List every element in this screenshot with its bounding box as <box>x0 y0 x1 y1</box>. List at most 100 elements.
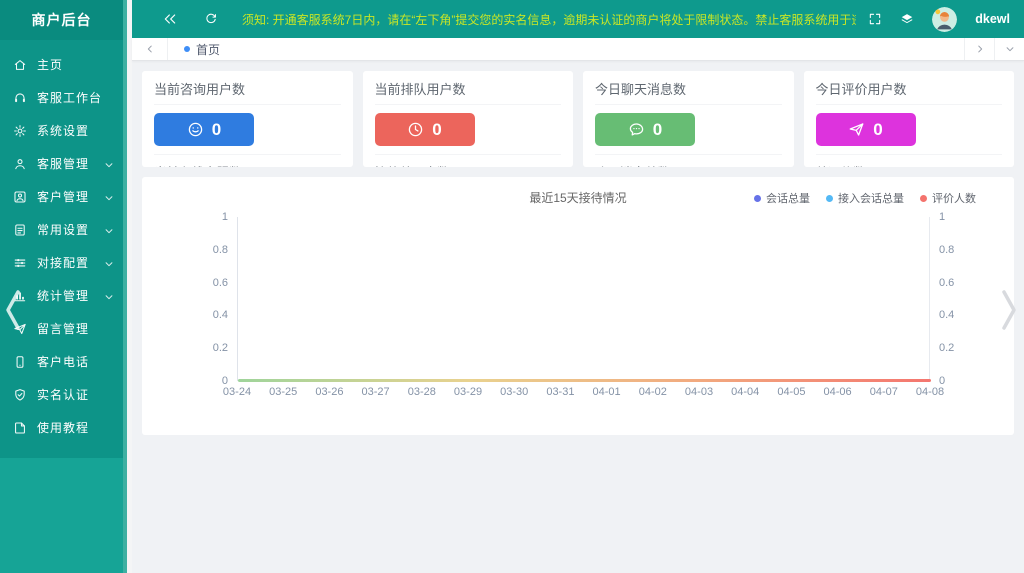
y-tick-label: 0.2 <box>939 342 955 355</box>
app-root: 商户后台 主页 客服工作台 系统设置 客服管理 客户管理 常用设置 对接配置 统… <box>0 0 1024 573</box>
legend-dot <box>826 194 833 202</box>
x-tick-label: 03-31 <box>546 386 575 398</box>
chart-plot-area <box>237 217 931 382</box>
x-tick-label: 03-28 <box>407 386 436 398</box>
chevron-down-icon <box>104 258 114 268</box>
stat-card-footer: 聊天消息总数: 0 <box>595 155 782 167</box>
x-tick-label: 04-01 <box>592 386 621 398</box>
stat-button[interactable]: 0 <box>154 113 254 146</box>
legend-label: 接入会话总量 <box>838 193 904 205</box>
announcement-text: 须知: 开通客服系统7日内，请在“左下角”提交您的实名信息，逾期未认证的商户将处… <box>242 12 857 27</box>
tab-home[interactable]: 首页 <box>168 38 236 60</box>
carousel-next-icon[interactable] <box>997 282 1023 338</box>
x-tick-label: 04-03 <box>684 386 714 398</box>
x-tick-label: 04-08 <box>915 386 945 398</box>
legend-item[interactable]: 接入会话总量 <box>826 190 904 206</box>
topbar: 须知: 开通客服系统7日内，请在“左下角”提交您的实名信息，逾期未认证的商户将处… <box>132 0 1024 38</box>
tabs-spacer <box>236 38 964 60</box>
sidebar-item[interactable]: 使用教程 <box>0 411 123 444</box>
sidebar-item[interactable]: 客服工作台 <box>0 81 123 114</box>
tabs-scroll-left-icon[interactable] <box>132 38 168 60</box>
sidebar-item[interactable]: 实名认证 <box>0 378 123 411</box>
topbar-right: dkewl <box>868 6 1010 32</box>
stat-button[interactable]: 0 <box>595 113 695 146</box>
x-tick-label: 04-04 <box>731 386 760 398</box>
tabs-menu-icon[interactable] <box>994 38 1024 60</box>
chart-legend: 会话总量 接入会话总量 评价人数 <box>754 190 976 206</box>
x-tick-label: 04-02 <box>638 386 667 398</box>
clock-icon <box>407 121 424 138</box>
y-tick-label: 1 <box>939 211 946 223</box>
x-tick-label: 04-07 <box>869 386 898 398</box>
username[interactable]: dkewl <box>975 12 1010 26</box>
chart-panel: 最近15天接待情况 会话总量 接入会话总量 评价人数 1 0.8 0.6 0.4… <box>142 177 1014 435</box>
sidebar-item[interactable]: 主页 <box>0 48 123 81</box>
chevron-down-icon <box>104 159 114 169</box>
legend-dot <box>754 194 761 202</box>
chart-baseline <box>238 379 931 382</box>
send-icon <box>848 121 865 138</box>
smiley-icon <box>187 121 204 138</box>
stat-button[interactable]: 0 <box>374 113 475 146</box>
sidebar-nav: 主页 客服工作台 系统设置 客服管理 客户管理 常用设置 对接配置 统计管理 留… <box>0 40 123 458</box>
customer-icon <box>13 190 27 204</box>
tabs-scroll-right-icon[interactable] <box>964 38 994 60</box>
x-axis: 03-24 03-25 03-26 03-27 03-28 03-29 03-30 03-31… <box>223 386 944 402</box>
stat-card: 今日评价用户数 0 总评价数: 0 <box>803 71 1014 167</box>
x-tick-label: 03-26 <box>315 386 344 398</box>
settings-doc-icon <box>13 223 27 237</box>
stat-button[interactable]: 0 <box>815 113 916 146</box>
y-tick-label: 0.4 <box>939 309 955 322</box>
y-tick-label: 0.8 <box>939 243 955 256</box>
stat-value: 0 <box>652 119 663 139</box>
y-tick-label: 0.6 <box>939 276 955 289</box>
agent-icon <box>13 157 27 171</box>
fullscreen-icon[interactable] <box>868 12 882 26</box>
x-tick-label: 03-29 <box>453 386 483 398</box>
y-tick-label: 0.6 <box>212 276 228 289</box>
collapse-sidebar-icon[interactable] <box>162 11 178 27</box>
x-tick-label: 03-25 <box>269 386 298 398</box>
sidebar-item[interactable]: 常用设置 <box>0 213 123 246</box>
x-tick-label: 04-06 <box>823 386 852 398</box>
stat-card-title: 今日聊天消息数 <box>595 79 782 105</box>
active-tab-dot <box>184 46 190 52</box>
sidebar-item[interactable]: 客服管理 <box>0 147 123 180</box>
avatar[interactable] <box>932 6 958 32</box>
x-tick-label: 04-05 <box>777 386 806 398</box>
stat-card: 当前咨询用户数 0 当前在线客服数: 1 <box>142 71 353 167</box>
x-tick-label: 03-27 <box>361 386 390 398</box>
stat-cards-row: 当前咨询用户数 0 当前在线客服数: 1 当前排队用户数 <box>142 71 1014 167</box>
refresh-icon[interactable] <box>204 12 218 26</box>
stat-card-footer: 当前在线客服数: 1 <box>154 155 341 167</box>
sidebar-item[interactable]: 系统设置 <box>0 114 123 147</box>
stat-card-title: 当前排队用户数 <box>374 79 561 105</box>
chevron-down-icon <box>104 192 114 202</box>
sidebar-item[interactable]: 客户管理 <box>0 180 123 213</box>
stat-value: 0 <box>211 119 222 139</box>
stat-card-footer: 总评价数: 0 <box>816 155 1003 167</box>
app-title: 商户后台 <box>0 0 123 40</box>
main-area: 须知: 开通客服系统7日内，请在“左下角”提交您的实名信息，逾期未认证的商户将处… <box>132 0 1024 573</box>
legend-item[interactable]: 评价人数 <box>920 190 976 206</box>
chevron-down-icon <box>104 291 114 301</box>
sidebar-item[interactable]: 对接配置 <box>0 246 123 279</box>
legend-dot <box>920 194 927 202</box>
x-tick-label: 03-24 <box>222 386 252 398</box>
stat-card-title: 当前咨询用户数 <box>154 79 341 105</box>
carousel-prev-icon[interactable] <box>1 282 27 338</box>
tutorial-icon <box>13 421 27 435</box>
chevron-down-icon <box>104 225 114 235</box>
legend-item[interactable]: 会话总量 <box>754 190 810 206</box>
tab-bar: 首页 <box>132 38 1024 61</box>
stat-card: 今日聊天消息数 0 聊天消息总数: 0 <box>583 71 794 167</box>
layers-icon[interactable] <box>900 12 914 26</box>
x-tick-label: 03-30 <box>500 386 529 398</box>
stat-value: 0 <box>432 119 442 139</box>
home-icon <box>13 58 27 72</box>
legend-label: 会话总量 <box>766 193 810 205</box>
stat-value: 0 <box>873 119 883 139</box>
sidebar-item[interactable]: 客户电话 <box>0 345 123 378</box>
verify-icon <box>13 388 27 402</box>
tab-label: 首页 <box>196 42 221 57</box>
